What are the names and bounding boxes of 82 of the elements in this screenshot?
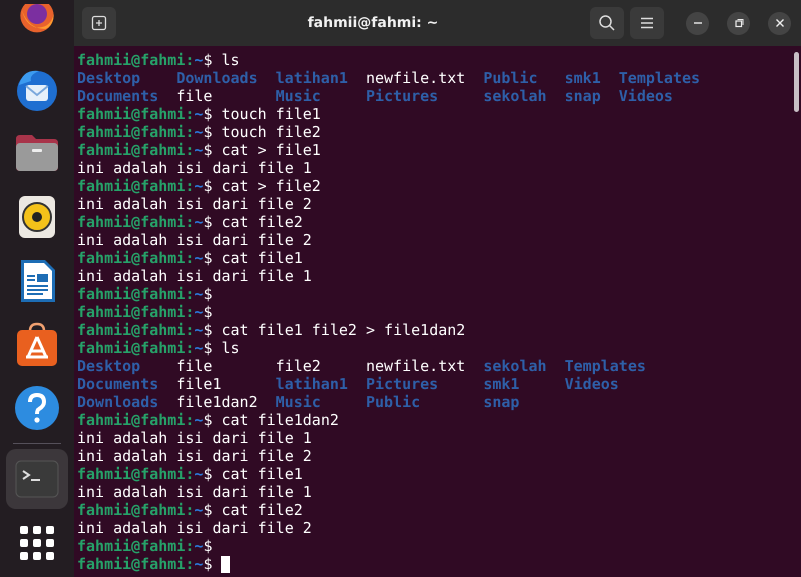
restore-icon — [734, 18, 744, 28]
command-text: cat file1dan2 — [221, 411, 339, 429]
command-text: cat file1 — [221, 249, 303, 267]
menu-button[interactable] — [630, 7, 664, 39]
directory-name: sekolah — [483, 357, 547, 375]
shell-prompt: fahmii@fahmi:~$ — [77, 537, 212, 555]
directory-name: latihan1 — [276, 375, 348, 393]
shell-prompt: fahmii@fahmi:~$ — [77, 213, 212, 231]
output-text: ini adalah isi dari file 1 — [77, 483, 312, 501]
maximize-button[interactable] — [727, 12, 750, 34]
command-text: cat > file2 — [221, 177, 321, 195]
directory-name: snap — [564, 87, 601, 105]
output-text: ini adalah isi dari file 2 — [77, 195, 312, 213]
output-text: ini adalah isi dari file 1 — [77, 429, 312, 447]
new-tab-icon — [91, 15, 107, 31]
file-name: newfile.txt — [366, 357, 466, 375]
shell-prompt: fahmii@fahmi:~$ — [77, 501, 212, 519]
command-text: cat file1 file2 > file1dan2 — [221, 321, 466, 339]
directory-name: Downloads — [77, 393, 158, 411]
shell-prompt: fahmii@fahmi:~$ — [77, 555, 212, 573]
shell-prompt: fahmii@fahmi:~$ — [77, 141, 212, 159]
command-text: ls — [221, 339, 240, 357]
directory-name: Videos — [564, 375, 620, 393]
file-name: file — [176, 87, 214, 105]
directory-name: Pictures — [366, 375, 440, 393]
directory-name: Public — [483, 69, 539, 87]
shell-prompt: fahmii@fahmi:~$ — [77, 249, 212, 267]
directory-name: sekolah — [483, 87, 547, 105]
directory-name: Desktop — [77, 357, 142, 375]
shell-prompt: fahmii@fahmi:~$ — [77, 411, 212, 429]
shell-prompt: fahmii@fahmi:~$ — [77, 105, 212, 123]
command-text: ls — [221, 51, 240, 69]
output-text: ini adalah isi dari file 2 — [77, 447, 312, 465]
directory-name: Music — [276, 393, 322, 411]
command-text: cat file2 — [221, 213, 303, 231]
output-text: ini adalah isi dari file 1 — [77, 159, 312, 177]
directory-name: Videos — [618, 87, 674, 105]
directory-name: Pictures — [366, 87, 440, 105]
minimize-icon — [692, 22, 702, 24]
file-name: file2 — [276, 357, 322, 375]
file-name: file1dan2 — [176, 393, 258, 411]
command-text: touch file2 — [221, 123, 321, 141]
output-text: ini adalah isi dari file 2 — [77, 519, 312, 537]
shell-prompt: fahmii@fahmi:~$ — [77, 177, 212, 195]
directory-name: Music — [276, 87, 322, 105]
close-icon — [774, 18, 784, 28]
file-name: file1 — [176, 375, 222, 393]
scrollbar[interactable] — [794, 52, 799, 112]
directory-name: smk1 — [564, 69, 601, 87]
shell-prompt: fahmii@fahmi:~$ — [77, 303, 212, 321]
directory-name: Public — [366, 393, 422, 411]
directory-name: Desktop — [77, 69, 142, 87]
file-name: newfile.txt — [366, 69, 466, 87]
directory-name: Templates — [618, 69, 700, 87]
command-text: touch file1 — [221, 105, 321, 123]
shell-prompt: fahmii@fahmi:~$ — [77, 465, 212, 483]
new-tab-button[interactable] — [82, 7, 116, 39]
shell-prompt: fahmii@fahmi:~$ — [77, 321, 212, 339]
window-title: fahmii@fahmi: ~ — [306, 15, 440, 31]
search-icon — [598, 14, 616, 32]
shell-prompt: fahmii@fahmi:~$ — [77, 123, 212, 141]
output-text: ini adalah isi dari file 1 — [77, 267, 312, 285]
directory-name: Downloads — [176, 69, 258, 87]
menu-icon — [639, 15, 655, 31]
file-name: file — [176, 357, 214, 375]
directory-name: smk1 — [483, 375, 520, 393]
shell-prompt: fahmii@fahmi:~$ — [77, 285, 212, 303]
directory-name: latihan1 — [276, 69, 348, 87]
search-button[interactable] — [590, 7, 624, 39]
shell-prompt: fahmii@fahmi:~$ — [77, 51, 212, 69]
directory-name: snap — [483, 393, 520, 411]
command-text: cat > file1 — [221, 141, 321, 159]
directory-name: Documents — [77, 375, 158, 393]
command-text: cat file2 — [221, 501, 303, 519]
directory-name: Documents — [77, 87, 158, 105]
minimize-button[interactable] — [686, 12, 709, 34]
shell-prompt: fahmii@fahmi:~$ — [77, 339, 212, 357]
command-text: cat file1 — [221, 465, 303, 483]
close-button[interactable] — [768, 12, 791, 34]
directory-name: Templates — [564, 357, 646, 375]
output-text: ini adalah isi dari file 2 — [77, 231, 312, 249]
help-icon[interactable] — [13, 384, 61, 432]
